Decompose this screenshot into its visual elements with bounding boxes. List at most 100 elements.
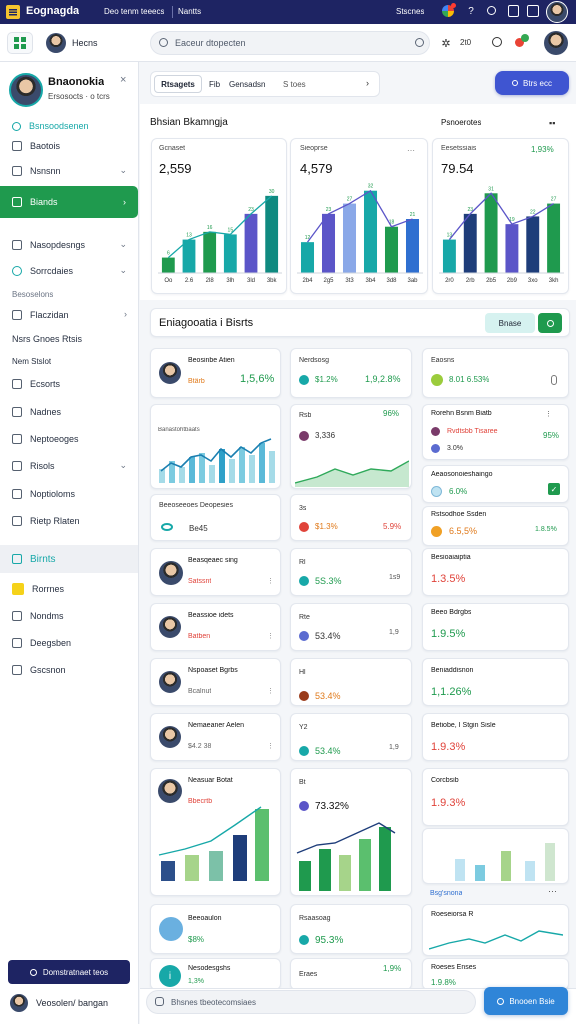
- col1-card-5[interactable]: Beassioe idets Batben ⋮: [150, 603, 281, 651]
- sidebar-bottom-button[interactable]: Domstratnaet teos: [8, 960, 130, 984]
- settings-icon[interactable]: ✲: [440, 37, 452, 50]
- tab-2[interactable]: Fib: [209, 80, 220, 89]
- sidebar-item-1[interactable]: Baotois: [0, 135, 139, 157]
- col2-name: Hl: [299, 669, 306, 676]
- sidebar-item-5[interactable]: Sorrcdaies ⌄: [0, 260, 139, 282]
- col3-card-11[interactable]: Roeses Enses 1.9.8%: [422, 958, 569, 990]
- col3-card-6[interactable]: Beeo Bdrgbs 1.9.5%: [422, 603, 569, 651]
- chart-tick-label: 2b4: [302, 278, 313, 284]
- col1-card-9[interactable]: Beeoaulon $8%: [150, 904, 281, 954]
- more-icon[interactable]: ⋮: [545, 410, 552, 418]
- more-icon[interactable]: ⋯: [548, 886, 557, 897]
- check-icon[interactable]: ✓: [548, 483, 560, 495]
- col2-card-7[interactable]: Y2 53.4% 1,9: [290, 713, 412, 761]
- sidebar-item-11[interactable]: Nadnes: [0, 401, 139, 423]
- action-button[interactable]: Btrs ecc: [495, 71, 569, 95]
- person-avatar: [159, 671, 181, 693]
- col1-card-3[interactable]: Beeoseeoes Deopesies Be45: [150, 494, 281, 541]
- col2-card-10[interactable]: Eraes 1,9%: [290, 958, 412, 990]
- item-icon: [12, 516, 22, 526]
- section2-filter-button[interactable]: Bnase: [485, 313, 535, 333]
- col3-value: 1.3.5%: [431, 573, 466, 585]
- sidebar-toggle-button[interactable]: [7, 32, 33, 54]
- tab-1[interactable]: Rtsagets: [154, 75, 202, 93]
- sidebar-item-13[interactable]: Risols ⌄: [0, 455, 139, 477]
- col2-card-9[interactable]: Rsaasoag 95.3%: [290, 904, 412, 954]
- col3-card-9[interactable]: Corcbsib 1.9.3%: [422, 768, 569, 826]
- col1-card-4[interactable]: Beasqeaec sing Satssnt ⋮: [150, 548, 281, 596]
- col1-card-10[interactable]: i Nesodesgshs 1,3%: [150, 958, 281, 990]
- top-menu-2[interactable]: Nantts: [178, 7, 201, 16]
- col1-name: Beeoseeoes Deopesies: [159, 502, 233, 509]
- bell-icon[interactable]: [492, 37, 502, 47]
- sidebar-item-label: Noptioloms: [30, 489, 76, 499]
- col3-card-4[interactable]: Rstsodhoe Ssden 6.5,5% 1.8.5%: [422, 506, 569, 546]
- col3-card-10[interactable]: Roeseiorsa R: [422, 904, 569, 956]
- sidebar-section-header[interactable]: Bsnsoodsenen: [0, 115, 139, 137]
- sidebar-item-18[interactable]: Nondms: [0, 605, 139, 627]
- status-icon: [299, 431, 309, 441]
- col2-card-4[interactable]: Rl 5S.3% 1s9: [290, 548, 412, 596]
- more-icon[interactable]: ⋮: [267, 632, 274, 640]
- header-avatar[interactable]: [46, 33, 66, 53]
- bottom-search-input[interactable]: Bhsnes tbeotecomsiaes: [146, 990, 476, 1014]
- sidebar-user-avatar[interactable]: [10, 994, 28, 1012]
- sidebar-item-17[interactable]: Rorrnes: [0, 578, 139, 600]
- section2-search-button[interactable]: [538, 313, 562, 333]
- more-icon[interactable]: ⋮: [267, 742, 274, 750]
- more-icon[interactable]: ⋮: [267, 687, 274, 695]
- sidebar-item-14[interactable]: Noptioloms: [0, 483, 139, 505]
- header-search-input[interactable]: Eaceur dtopecten: [150, 31, 430, 55]
- sidebar-group-label: Besoselons: [12, 290, 54, 299]
- sidebar-item-16[interactable]: Birnts: [0, 545, 138, 573]
- col3-value: 1.9.3%: [431, 797, 466, 809]
- sidebar-item-20[interactable]: Gscsnon: [0, 659, 139, 681]
- chart-bar: [265, 195, 279, 273]
- sidebar-item-7[interactable]: Flaczidan ›: [0, 304, 139, 326]
- col2-card-3[interactable]: 3s $1.3% 5.9%: [290, 494, 412, 541]
- col3-card-1[interactable]: Eaosns 8.01 6.53%: [422, 348, 569, 398]
- col3-name: Betiobe, I Stgin Sisle: [431, 722, 496, 729]
- calendar-icon[interactable]: [508, 5, 519, 17]
- status-icon: [431, 526, 442, 537]
- sidebar-item-10[interactable]: Ecsorts: [0, 373, 139, 395]
- col3-card-3[interactable]: Aeaosonoieshaingo 6.0% ✓: [422, 465, 569, 503]
- close-icon[interactable]: ×: [120, 74, 126, 86]
- col1-card-1[interactable]: Beosinbe Atien Btärb 1,5,6%: [150, 348, 281, 398]
- header-profile-avatar[interactable]: [544, 31, 568, 55]
- sidebar-item-19[interactable]: Deegsben: [0, 632, 139, 654]
- sidebar-item-12[interactable]: Neptoeoges: [0, 428, 139, 450]
- more-icon[interactable]: ⋮: [267, 577, 274, 585]
- col3-card-2[interactable]: Rorehn Bsnm Biatb ⋮ Rvdtsbb Tisaree 95% …: [422, 404, 569, 460]
- user-avatar-top[interactable]: [546, 1, 568, 23]
- tab-3[interactable]: Gensadsn: [229, 80, 265, 89]
- col1-value: 1,5,6%: [240, 373, 275, 385]
- col3-card-8[interactable]: Betiobe, I Stgin Sisle 1.9.3%: [422, 713, 569, 761]
- sidebar-item-15[interactable]: Rietp Rlaten: [0, 510, 139, 532]
- col1-card-6[interactable]: Nspoaset Bgrbs Bcalnut ⋮: [150, 658, 281, 706]
- col2-card-1[interactable]: Nerdsosg $1.2% 1,9,2.8%: [290, 348, 412, 398]
- col3-card-5[interactable]: Besioaiaiptia 1.3.5%: [422, 548, 569, 596]
- chevron-right-icon[interactable]: ›: [366, 78, 369, 88]
- col3-card-7[interactable]: Beniaddisnon 1,1.26%: [422, 658, 569, 706]
- more-icon[interactable]: ▪▪: [549, 118, 555, 128]
- sidebar-item-4[interactable]: Nasopdesngs ⌄: [0, 234, 139, 256]
- apps-icon[interactable]: [527, 5, 539, 17]
- float-action-button[interactable]: Bnooen Bsie: [484, 987, 568, 1015]
- top-right-label[interactable]: Stscnes: [396, 7, 424, 16]
- sidebar-item-8[interactable]: Nsrs Gnoes Rtsis: [0, 328, 139, 350]
- col2-value: 95.3%: [315, 935, 344, 946]
- sidebar-item-2[interactable]: Nsnsnn ⌄: [0, 160, 139, 182]
- search-submit-icon[interactable]: [415, 38, 424, 47]
- phone-icon[interactable]: [551, 375, 557, 385]
- sidebar-item-active[interactable]: Biands ›: [0, 186, 138, 218]
- col3-name: Corcbsib: [431, 777, 459, 784]
- top-menu-1[interactable]: Deo tenm teeecs: [104, 7, 164, 16]
- tab-4[interactable]: S toes: [283, 80, 306, 89]
- col2-card-6[interactable]: Hl 53.4%: [290, 658, 412, 706]
- col2-card-5[interactable]: Rte 53.4% 1,9: [290, 603, 412, 651]
- help-icon[interactable]: ?: [465, 5, 477, 17]
- search-icon[interactable]: [487, 6, 496, 15]
- sidebar-item-9[interactable]: Nem Stslot: [0, 350, 139, 372]
- col1-card-7[interactable]: Nemaeaner Aelen $4.2 38 ⋮: [150, 713, 281, 761]
